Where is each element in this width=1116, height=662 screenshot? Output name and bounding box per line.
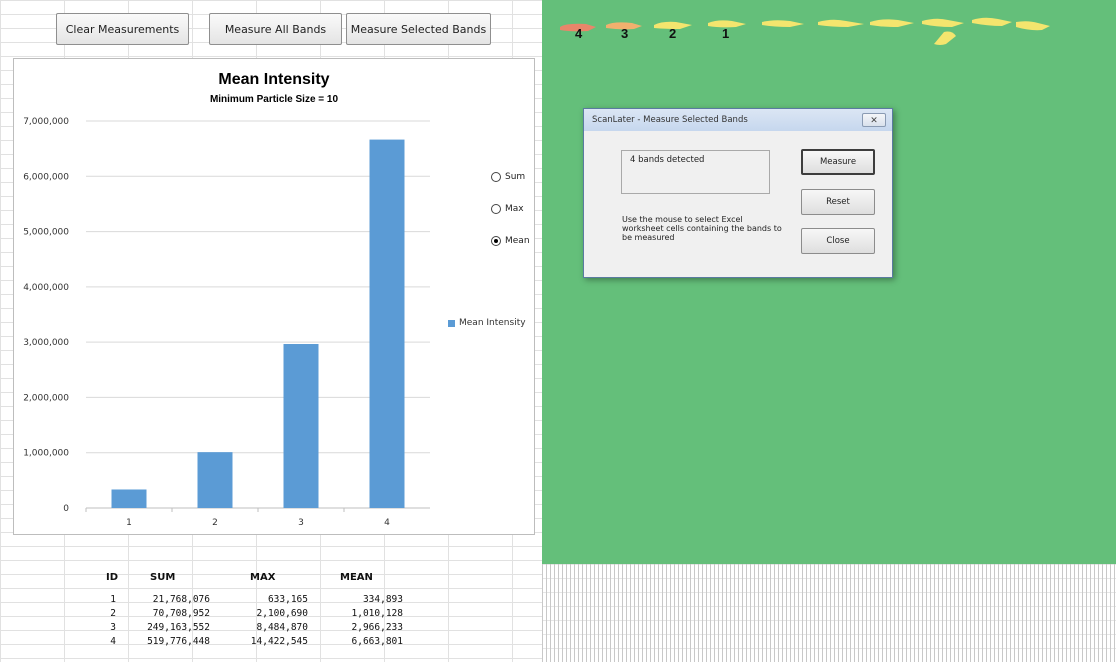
- band-label-2: 2: [669, 26, 677, 41]
- radio-mean[interactable]: Mean: [491, 236, 530, 246]
- table-cell-id[interactable]: 3: [110, 622, 116, 633]
- bar-3: [283, 344, 319, 508]
- table-cell-mean[interactable]: 1,010,128: [352, 608, 403, 619]
- table-cell-sum[interactable]: 519,776,448: [147, 636, 210, 647]
- table-header-mean: MEAN: [340, 572, 373, 583]
- y-tick-label: 7,000,000: [23, 117, 69, 127]
- measure-button[interactable]: Measure: [801, 149, 875, 175]
- table-cell-id[interactable]: 4: [110, 636, 116, 647]
- y-tick-label: 6,000,000: [23, 172, 69, 182]
- y-tick-label: 2,000,000: [23, 393, 69, 403]
- table-cell-id[interactable]: 2: [110, 608, 116, 619]
- table-cell-sum[interactable]: 249,163,552: [147, 622, 210, 633]
- legend-label: Mean Intensity: [459, 318, 526, 328]
- bar-chart: 0 1,000,000 2,000,000 3,000,000 4,000,000 5,0…: [23, 117, 430, 528]
- table-cell-max[interactable]: 633,165: [268, 594, 308, 605]
- table-row: 1 21,768,076 633,165 334,893: [0, 593, 410, 607]
- table-cell-mean[interactable]: 2,966,233: [352, 622, 403, 633]
- table-row: 2 70,708,952 2,100,690 1,010,128: [0, 607, 410, 621]
- worksheet-grid-right[interactable]: [542, 564, 1116, 662]
- table-cell-mean[interactable]: 6,663,801: [352, 636, 403, 647]
- x-tick-label: 1: [126, 518, 132, 528]
- measure-all-bands-button[interactable]: Measure All Bands: [209, 13, 342, 45]
- x-tick-label: 3: [298, 518, 304, 528]
- table-cell-max[interactable]: 8,484,870: [257, 622, 308, 633]
- measure-selected-bands-dialog[interactable]: ScanLater - Measure Selected Bands ✕ 4 b…: [583, 108, 893, 278]
- band-label-4: 4: [575, 26, 583, 41]
- y-tick-label: 4,000,000: [23, 283, 69, 293]
- close-button[interactable]: Close: [801, 228, 875, 254]
- radio-max-label: Max: [505, 204, 524, 214]
- band-label-1: 1: [722, 26, 730, 41]
- y-tick-label: 1,000,000: [23, 449, 69, 459]
- radio-sum-label: Sum: [505, 172, 526, 182]
- gel-image[interactable]: 4 3 2 1: [542, 0, 1116, 564]
- table-row: 4 519,776,448 14,422,545 6,663,801: [0, 635, 410, 649]
- chart-panel[interactable]: Mean Intensity Minimum Particle Size = 1…: [13, 58, 535, 535]
- measure-selected-bands-button[interactable]: Measure Selected Bands: [346, 13, 491, 45]
- instructions-text: Use the mouse to select Excel worksheet …: [622, 215, 782, 242]
- clear-measurements-button[interactable]: Clear Measurements: [56, 13, 189, 45]
- table-header-max: MAX: [250, 572, 276, 583]
- dialog-title: ScanLater - Measure Selected Bands: [592, 115, 748, 125]
- radio-sum-button[interactable]: [491, 172, 501, 182]
- y-tick-label: 0: [63, 504, 69, 514]
- y-tick-label: 3,000,000: [23, 338, 69, 348]
- radio-max-button[interactable]: [491, 204, 501, 214]
- dialog-title-bar[interactable]: ScanLater - Measure Selected Bands: [584, 109, 892, 131]
- table-header-sum: SUM: [150, 572, 176, 583]
- table-cell-sum[interactable]: 21,768,076: [153, 594, 210, 605]
- bar-2: [197, 452, 233, 508]
- table-cell-id[interactable]: 1: [110, 594, 116, 605]
- legend-swatch: [448, 319, 455, 327]
- bar-1: [111, 489, 147, 508]
- status-box: 4 bands detected: [621, 150, 770, 194]
- x-tick-label: 2: [212, 518, 218, 528]
- table-row: 3 249,163,552 8,484,870 2,966,233: [0, 621, 410, 635]
- radio-mean-label: Mean: [505, 236, 530, 246]
- x-tick-label: 4: [384, 518, 390, 528]
- table-cell-max[interactable]: 14,422,545: [251, 636, 308, 647]
- table-cell-sum[interactable]: 70,708,952: [153, 608, 210, 619]
- close-icon[interactable]: ✕: [862, 113, 886, 127]
- table-cell-mean[interactable]: 334,893: [363, 594, 403, 605]
- radio-mean-button[interactable]: [491, 236, 501, 246]
- table-header-id: ID: [106, 572, 119, 583]
- reset-button[interactable]: Reset: [801, 189, 875, 215]
- radio-sum[interactable]: Sum: [491, 172, 525, 182]
- table-cell-max[interactable]: 2,100,690: [257, 608, 308, 619]
- radio-max[interactable]: Max: [491, 204, 524, 214]
- chart-legend: Mean Intensity: [448, 318, 526, 328]
- bar-4: [369, 139, 405, 508]
- band-label-3: 3: [621, 26, 629, 41]
- y-tick-label: 5,000,000: [23, 228, 69, 238]
